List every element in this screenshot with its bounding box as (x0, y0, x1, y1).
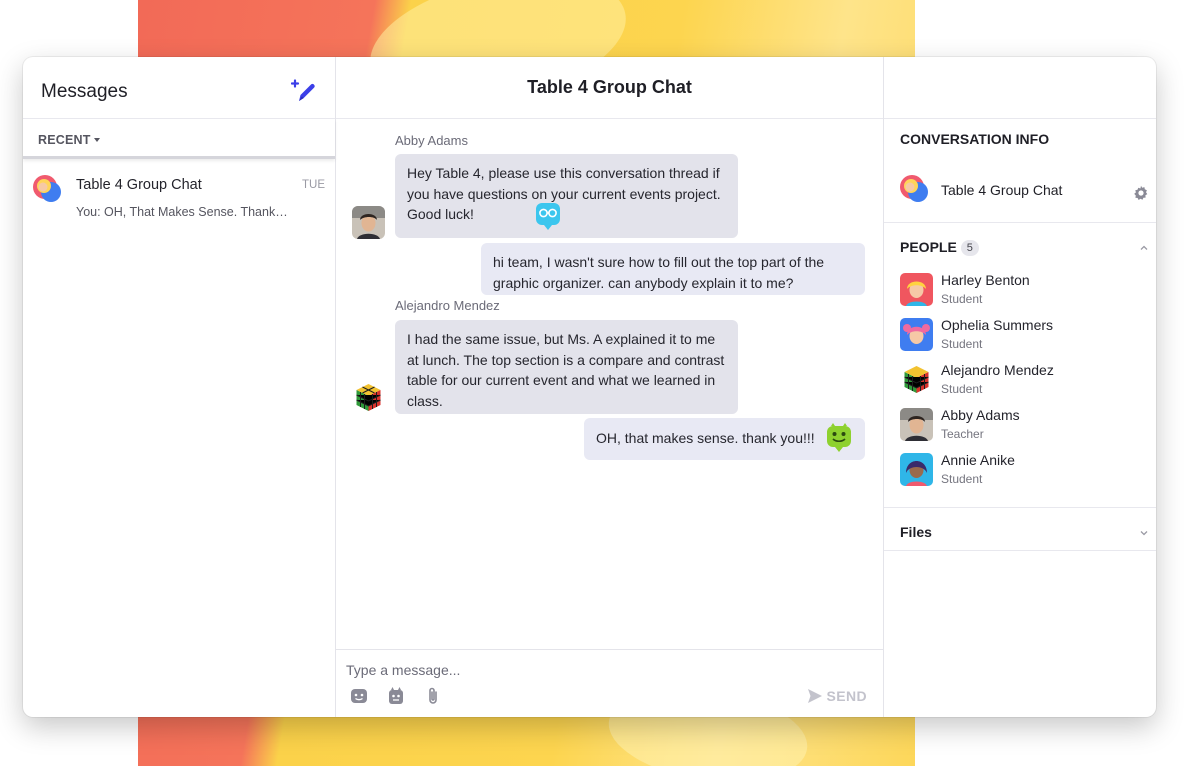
person-item[interactable]: Ophelia Summers Student (900, 317, 1140, 353)
message-text: OH, that makes sense. thank you!!! (596, 430, 815, 446)
person-role: Student (941, 382, 983, 396)
messages-window: Messages RECENT Table 4 Group Chat TUE Y… (23, 57, 1156, 717)
files-section-header[interactable]: Files (900, 524, 932, 540)
message-text: Hey Table 4, please use this conversatio… (407, 165, 721, 222)
robot-glasses-icon (536, 203, 560, 230)
chat-pane: Table 4 Group Chat Abby Adams Hey Table … (336, 57, 883, 717)
person-name: Annie Anike (941, 452, 1015, 468)
person-name: Ophelia Summers (941, 317, 1054, 333)
message-input[interactable] (346, 658, 846, 682)
person-name: Alejandro Mendez (941, 362, 1054, 378)
message-sender: Alejandro Mendez (395, 298, 500, 313)
person-item[interactable]: Annie Anike Student (900, 452, 1140, 488)
message-bubble: I had the same issue, but Ms. A explaine… (395, 320, 738, 414)
send-arrow-icon (807, 689, 822, 703)
emoji-icon[interactable] (349, 686, 369, 706)
conversation-preview: You: OH, That Makes Sense. Thank you!!! (76, 205, 291, 219)
message-composer: SEND (336, 649, 883, 717)
message-text: hi team, I wasn't sure how to fill out t… (493, 254, 825, 291)
message-bubble: Hey Table 4, please use this conversatio… (395, 154, 738, 238)
person-role: Student (941, 292, 983, 306)
send-button[interactable]: SEND (807, 688, 868, 704)
avatar-abby-adams (900, 408, 933, 441)
chevron-up-icon[interactable] (1139, 243, 1149, 253)
conversation-list-pane: Messages RECENT Table 4 Group Chat TUE Y… (23, 57, 336, 717)
person-name: Harley Benton (941, 272, 1030, 288)
person-name: Abby Adams (941, 407, 1020, 423)
avatar-abby-adams (352, 206, 385, 239)
people-label: PEOPLE (900, 239, 957, 255)
conversation-info-title: CONVERSATION INFO (900, 131, 1050, 147)
person-item[interactable]: Abby Adams Teacher (900, 407, 1140, 443)
recent-filter-dropdown[interactable]: RECENT (38, 133, 100, 147)
caret-down-icon (93, 138, 100, 142)
sidebar-header: Messages (23, 57, 335, 119)
recent-filter-bar: RECENT (23, 119, 335, 159)
message-bubble-mine: OH, that makes sense. thank you!!! (584, 418, 865, 460)
person-role: Teacher (941, 427, 984, 441)
gear-icon[interactable] (1133, 185, 1149, 201)
chevron-down-icon[interactable] (1139, 528, 1149, 538)
divider (884, 507, 1156, 508)
conversation-time: TUE (302, 179, 325, 191)
divider (884, 550, 1156, 551)
person-item[interactable]: Harley Benton Student (900, 272, 1140, 308)
send-label: SEND (826, 688, 867, 704)
conversation-info-pane: CONVERSATION INFO Table 4 Group Chat PEO… (883, 57, 1156, 717)
green-monster-icon (827, 423, 851, 452)
people-section-header[interactable]: PEOPLE 5 (900, 239, 979, 256)
info-chat-name: Table 4 Group Chat (941, 182, 1063, 198)
info-header-spacer (884, 57, 1156, 119)
message-bubble-mine: hi team, I wasn't sure how to fill out t… (481, 243, 865, 295)
avatar-alejandro-mendez (352, 381, 385, 414)
group-chat-avatar-icon (900, 175, 928, 202)
person-role: Student (941, 337, 983, 351)
sidebar-title: Messages (41, 81, 128, 102)
avatar-harley-benton (900, 273, 933, 306)
message-text: I had the same issue, but Ms. A explaine… (407, 331, 725, 409)
divider (884, 222, 1156, 223)
chat-title: Table 4 Group Chat (527, 77, 692, 97)
recent-filter-label: RECENT (38, 133, 91, 147)
person-role: Student (941, 472, 983, 486)
avatar-ophelia-summers (900, 318, 933, 351)
paperclip-icon[interactable] (423, 686, 443, 706)
person-item[interactable]: Alejandro Mendez Student (900, 362, 1140, 398)
conversation-name: Table 4 Group Chat (76, 177, 202, 193)
conversation-item[interactable]: Table 4 Group Chat TUE You: OH, That Mak… (23, 167, 335, 229)
avatar-alejandro-mendez (900, 363, 933, 396)
chat-header: Table 4 Group Chat (336, 57, 883, 119)
sticker-monster-icon[interactable] (386, 686, 406, 706)
people-count-badge: 5 (960, 240, 979, 256)
group-chat-avatar-icon (33, 175, 61, 202)
pencil-plus-icon[interactable] (291, 79, 317, 105)
avatar-annie-anike (900, 453, 933, 486)
message-sender: Abby Adams (395, 133, 468, 148)
